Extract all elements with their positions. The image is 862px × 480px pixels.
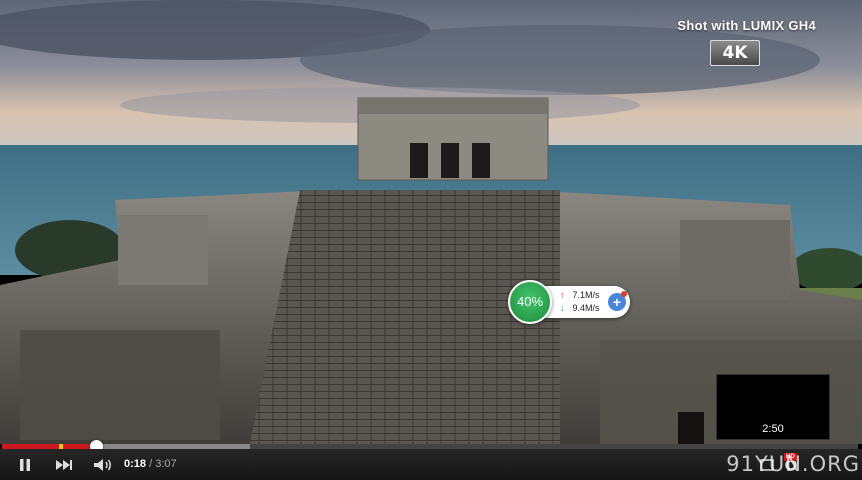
ruin-right-wing bbox=[680, 220, 790, 300]
seek-preview-time: 2:50 bbox=[762, 423, 784, 435]
upload-speed-row: ↑ 7.1M/s bbox=[560, 290, 600, 300]
upload-speed: 7.1M/s bbox=[572, 290, 600, 300]
current-time: 0:18 bbox=[124, 458, 147, 470]
video-player[interactable]: Shot with LUMIX GH4 4K ↑ 7.1M/s ↓ 9.4M/s… bbox=[0, 0, 862, 480]
temple-door bbox=[441, 143, 459, 178]
temple-door bbox=[410, 143, 428, 178]
next-button[interactable] bbox=[50, 449, 78, 480]
next-icon bbox=[56, 459, 72, 470]
time-separator: / bbox=[146, 458, 156, 470]
time-display: 0:18 / 3:07 bbox=[124, 449, 177, 480]
notification-dot bbox=[621, 291, 627, 297]
volume-button[interactable] bbox=[90, 449, 116, 480]
pause-icon bbox=[20, 458, 30, 471]
network-speed-widget[interactable]: ↑ 7.1M/s ↓ 9.4M/s + 40% bbox=[508, 280, 632, 324]
site-watermark: 91YUN.ORG bbox=[726, 452, 860, 476]
temple-door bbox=[472, 143, 490, 178]
camera-watermark: Shot with LUMIX GH4 bbox=[677, 18, 816, 33]
ruin-dark-opening bbox=[678, 412, 704, 444]
memory-usage-circle[interactable]: 40% bbox=[508, 280, 552, 324]
resolution-badge: 4K bbox=[710, 40, 760, 66]
duration: 3:07 bbox=[155, 458, 177, 470]
temple-band bbox=[358, 98, 548, 114]
ruin-front-block bbox=[20, 330, 220, 440]
download-arrow-icon: ↓ bbox=[560, 303, 565, 313]
pause-button[interactable] bbox=[12, 449, 38, 480]
download-speed-row: ↓ 9.4M/s bbox=[560, 303, 600, 313]
download-speed: 9.4M/s bbox=[572, 303, 600, 313]
upload-arrow-icon: ↑ bbox=[560, 290, 565, 300]
volume-icon bbox=[94, 458, 111, 471]
ruin-left-wing bbox=[118, 215, 208, 285]
seek-preview-thumbnail: 2:50 bbox=[716, 374, 830, 440]
